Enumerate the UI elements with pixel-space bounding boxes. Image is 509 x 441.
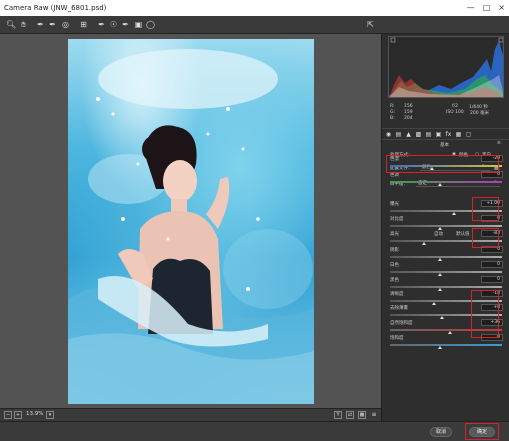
close-icon[interactable]: ×	[498, 0, 505, 16]
slider-thumb[interactable]	[438, 288, 442, 291]
slider-thumb[interactable]	[448, 331, 452, 334]
slider-label: 饱和度	[390, 336, 404, 341]
info-r-label: R:	[390, 104, 395, 109]
zoom-out-icon[interactable]: −	[4, 411, 12, 419]
image-canvas[interactable]	[0, 34, 381, 408]
slider-value-field[interactable]: 0	[481, 276, 503, 283]
open-preferences-icon[interactable]: ⇱	[366, 20, 375, 29]
tab-hsl-icon[interactable]: ▩	[415, 131, 422, 138]
auto-button[interactable]: 自动	[434, 231, 443, 237]
minimize-icon[interactable]: —	[467, 0, 475, 16]
zoom-in-icon[interactable]: +	[14, 411, 22, 419]
photo-subject	[68, 49, 314, 404]
slider-value-field[interactable]: 0	[481, 261, 503, 268]
tab-lens-icon[interactable]: ▣	[435, 131, 442, 138]
highlight-box-ok	[465, 423, 499, 440]
slider-track[interactable]	[390, 225, 502, 227]
slider-label: 黑色	[390, 278, 399, 283]
zoom-tool-icon[interactable]: 🔍︎	[6, 20, 16, 29]
toolbar: 🔍︎ ✋︎ ✒ ✒ ◎ ⊞ ✒ ☉ ✒ ▣ ◯ ⇱	[0, 16, 509, 34]
zoom-dropdown-icon[interactable]: ▾	[46, 411, 54, 419]
crop-tool-icon[interactable]: ⊞	[79, 20, 88, 29]
histogram	[388, 36, 504, 98]
window-title: Camera Raw (JNW_6801.psd)	[4, 4, 107, 12]
info-b-label: B:	[390, 116, 395, 121]
slider-track[interactable]	[390, 181, 502, 183]
preview-image	[68, 39, 314, 404]
slider-track[interactable]	[390, 256, 502, 258]
red-eye-tool-icon[interactable]: ☉	[109, 20, 118, 29]
slider-track[interactable]	[390, 344, 502, 346]
maximize-icon[interactable]: □	[483, 0, 491, 16]
slider-label: 自然饱和度	[390, 321, 413, 326]
panel-menu-icon[interactable]: ≡	[497, 141, 501, 146]
slider-label: 去除薄雾	[390, 306, 408, 311]
section-heading: 基本	[440, 143, 449, 148]
slider-label: 高光	[390, 232, 399, 237]
tab-effects-icon[interactable]: fx	[445, 131, 452, 138]
copy-settings-icon[interactable]: ▩	[358, 411, 366, 419]
slider-thumb[interactable]	[438, 258, 442, 261]
settings-menu-icon[interactable]: ≡	[370, 411, 378, 419]
tab-split-toning-icon[interactable]: ▤	[425, 131, 432, 138]
white-balance-tool-icon[interactable]: ✒	[36, 20, 45, 29]
default-button[interactable]: 默认值	[456, 231, 470, 237]
info-g-label: G:	[390, 110, 396, 115]
graduated-filter-icon[interactable]: ▣	[134, 20, 143, 29]
slider-track[interactable]	[390, 286, 502, 288]
slider-label: 清晰度	[390, 292, 404, 297]
tab-basic-icon[interactable]: ◉	[385, 131, 392, 138]
info-aperture: f/2	[452, 104, 458, 109]
info-iso: ISO 100	[446, 110, 464, 115]
highlight-box-exposure	[472, 197, 499, 221]
info-g-value: 159	[404, 110, 413, 115]
radial-filter-icon[interactable]: ◯	[146, 20, 155, 29]
slider-thumb[interactable]	[452, 212, 456, 215]
bottom-bar: 取消 确定	[0, 421, 509, 441]
before-after-icon[interactable]: Y	[334, 411, 342, 419]
highlight-box-temperature	[386, 155, 499, 173]
swap-settings-icon[interactable]: ⇄	[346, 411, 354, 419]
status-bar: − + 13.9% ▾ Y ⇄ ▩ ≡	[0, 408, 381, 421]
tab-calibration-icon[interactable]: ▦	[455, 131, 462, 138]
panel-tabs: ◉ ▤ ▲ ▩ ▤ ▣ fx ▦ ▢	[382, 128, 509, 140]
tab-tone-curve-icon[interactable]: ▤	[395, 131, 402, 138]
info-focal: 200 毫米	[470, 111, 490, 116]
highlight-box-presence	[471, 290, 499, 338]
slider-label: 白色	[390, 263, 399, 268]
adjustment-brush-icon[interactable]: ✒	[121, 20, 130, 29]
slider-thumb[interactable]	[438, 273, 442, 276]
zoom-level[interactable]: 13.9%	[26, 411, 43, 417]
tab-detail-icon[interactable]: ▲	[405, 131, 412, 138]
highlight-box-highlights	[472, 228, 499, 248]
info-r-value: 156	[404, 104, 413, 109]
info-b-value: 204	[404, 116, 413, 121]
tab-presets-icon[interactable]: ▢	[465, 131, 472, 138]
slider-thumb[interactable]	[432, 302, 436, 305]
slider-thumb[interactable]	[438, 227, 442, 230]
title-bar: Camera Raw (JNW_6801.psd) — □ ×	[0, 0, 509, 16]
slider-thumb[interactable]	[438, 183, 442, 186]
hand-tool-icon[interactable]: ✋︎	[19, 20, 28, 29]
color-sampler-tool-icon[interactable]: ✒	[48, 20, 57, 29]
slider-label: 曝光	[390, 202, 399, 207]
target-adjust-tool-icon[interactable]: ◎	[61, 20, 70, 29]
slider-thumb[interactable]	[440, 316, 444, 319]
slider-thumb[interactable]	[422, 242, 426, 245]
slider-track[interactable]	[390, 271, 502, 273]
slider-label: 对比度	[390, 217, 404, 222]
spot-removal-tool-icon[interactable]: ✒	[97, 20, 106, 29]
cancel-button[interactable]: 取消	[430, 427, 452, 437]
slider-label: 阴影	[390, 248, 399, 253]
slider-thumb[interactable]	[438, 346, 442, 349]
